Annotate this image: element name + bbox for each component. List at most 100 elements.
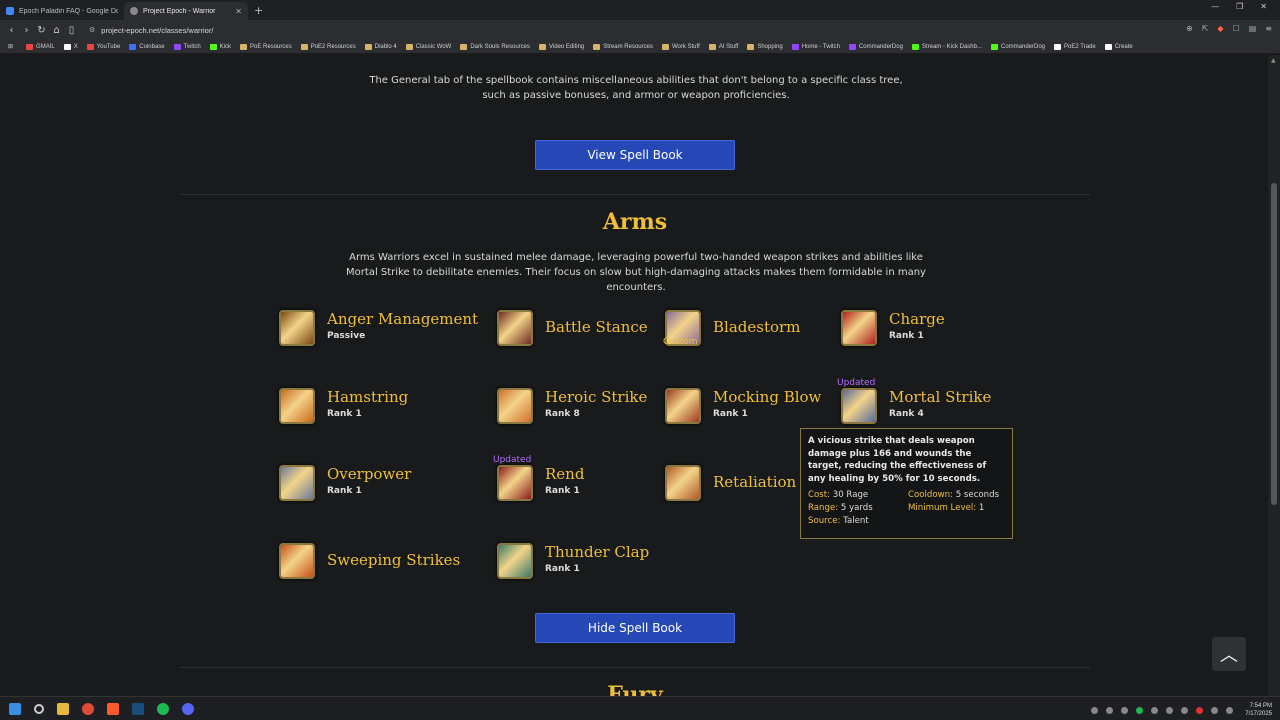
wifi-icon[interactable] (1211, 706, 1219, 714)
bookmark-item[interactable]: GMAIL (26, 43, 55, 50)
chrome-icon[interactable] (82, 702, 94, 715)
bookmark-item[interactable]: CommanderDog (990, 43, 1045, 50)
bookmark-item[interactable]: Twitch (173, 43, 201, 50)
spell-icon[interactable] (497, 465, 533, 501)
bookmark-icon[interactable]: ▯ (64, 25, 79, 36)
bookmark-item[interactable]: Dark Souls Resources (460, 43, 531, 50)
home-icon[interactable]: ⌂ (49, 25, 64, 36)
bookmark-item[interactable]: Stream Resources (593, 43, 653, 50)
spell-icon[interactable] (497, 388, 533, 424)
extensions-icon[interactable]: ☐ (1233, 24, 1240, 33)
bookmark-item[interactable]: Diablo 4 (364, 43, 397, 50)
spell-item-overpower[interactable]: Overpower Rank 1 (279, 465, 479, 505)
bookmark-item[interactable]: X (63, 43, 78, 50)
zoom-icon[interactable]: ⊕ (1186, 24, 1193, 33)
bookmark-item[interactable]: AI Stuff (708, 43, 738, 50)
tray-icon[interactable] (1166, 706, 1174, 714)
close-tab-icon[interactable]: ✕ (235, 7, 242, 16)
bookmark-item[interactable]: Home - Twitch (791, 43, 840, 50)
url-field[interactable]: ⚙ project-epoch.net/classes/warrior/ (89, 26, 213, 35)
bookmark-item[interactable]: Video Editing (539, 43, 584, 50)
spell-icon[interactable] (497, 543, 533, 579)
bookmark-item[interactable]: Coinbase (129, 43, 165, 50)
spell-icon[interactable] (665, 465, 701, 501)
spell-icon[interactable] (841, 310, 877, 346)
maximize-icon[interactable]: ❐ (1236, 2, 1243, 11)
brave-icon[interactable] (107, 702, 119, 715)
spell-icon[interactable] (279, 543, 315, 579)
spell-icon[interactable] (279, 465, 315, 501)
brave-shields-icon[interactable]: ◆ (1217, 24, 1223, 33)
share-icon[interactable]: ⇱ (1202, 24, 1209, 33)
bookmark-item[interactable]: PoE Resources (240, 43, 292, 50)
spell-name: Sweeping Strikes (327, 551, 461, 569)
bookmark-item[interactable]: Classic WoW (405, 43, 451, 50)
view-spell-book-button[interactable]: View Spell Book (535, 140, 735, 170)
spell-item-bladestorm[interactable]: Bladestorm Custom (663, 310, 865, 350)
tab-epoch-paladin-faq[interactable]: Epoch Paladin FAQ - Google Docs (0, 2, 124, 20)
bookmark-item[interactable]: Create (1104, 43, 1133, 50)
bookmark-favicon-icon (1104, 43, 1112, 50)
scroll-up-icon[interactable]: ▲ (1271, 57, 1276, 64)
bookmark-favicon-icon (26, 43, 34, 50)
section-divider (180, 194, 1090, 195)
minimize-icon[interactable]: — (1211, 2, 1219, 11)
search-icon[interactable] (34, 703, 44, 714)
bookmark-item[interactable]: YouTube (86, 43, 120, 50)
apps-grid-icon[interactable]: ⊞ (8, 43, 13, 50)
tray-icon[interactable] (1181, 706, 1189, 714)
close-window-icon[interactable]: ✕ (1260, 2, 1267, 11)
windows-start-icon[interactable] (9, 702, 21, 715)
spell-item-sweeping-strikes[interactable]: Sweeping Strikes (279, 543, 479, 583)
bookmark-label: X (73, 43, 78, 50)
plus-icon[interactable]: + (254, 4, 263, 17)
bookmark-item[interactable]: Shopping (747, 43, 783, 50)
discord-icon[interactable] (182, 702, 194, 715)
spell-item-mortal-strike[interactable]: Mortal Strike Rank 4 Updated (837, 378, 1041, 428)
bookmark-item[interactable]: Kick (209, 43, 231, 50)
tray-icon[interactable] (1091, 706, 1099, 714)
bookmark-item[interactable]: CommanderDog (848, 43, 903, 50)
spell-icon[interactable] (841, 388, 877, 424)
tab-project-epoch-warrior[interactable]: Project Epoch - Warrior ✕ (124, 2, 248, 20)
menu-icon[interactable]: ≡ (1265, 24, 1272, 33)
volume-icon[interactable] (1226, 706, 1234, 714)
system-clock[interactable]: 7:54 PM 7/17/2025 (1245, 702, 1272, 718)
steam-icon[interactable] (132, 702, 144, 715)
tray-icon[interactable] (1106, 706, 1114, 714)
spell-rank: Rank 4 (889, 409, 924, 419)
tray-icon[interactable] (1136, 706, 1144, 714)
bookmark-item[interactable]: PoE2 Trade (1054, 43, 1096, 50)
spell-icon[interactable] (665, 388, 701, 424)
sidebar-icon[interactable]: ▤ (1249, 24, 1257, 33)
back-to-top-button[interactable]: ︿ (1212, 637, 1246, 671)
spell-item-charge[interactable]: Charge Rank 1 (841, 310, 1041, 350)
spotify-icon[interactable] (157, 702, 169, 715)
hide-spell-book-button[interactable]: Hide Spell Book (535, 613, 735, 643)
tray-icon[interactable] (1151, 706, 1159, 714)
tooltip-cost-value: 30 Rage (832, 490, 869, 500)
tray-icon[interactable] (1196, 706, 1204, 714)
spell-item-hamstring[interactable]: Hamstring Rank 1 (279, 388, 479, 428)
forward-icon[interactable]: › (19, 25, 34, 36)
bookmark-label: Dark Souls Resources (470, 43, 531, 50)
spell-item-anger-management[interactable]: Anger Management Passive (279, 310, 479, 350)
back-icon[interactable]: ‹ (4, 25, 19, 36)
spell-icon[interactable] (279, 310, 315, 346)
bookmark-item[interactable]: Stream - Kick Dashb... (911, 43, 982, 50)
file-explorer-icon[interactable] (57, 702, 69, 715)
tooltip-description: A vicious strike that deals weapon damag… (808, 436, 987, 484)
bookmark-favicon-icon (173, 43, 181, 50)
reload-icon[interactable]: ↻ (34, 25, 49, 36)
spell-icon[interactable] (279, 388, 315, 424)
bookmark-item[interactable]: Work Stuff (661, 43, 700, 50)
tray-icon[interactable] (1121, 706, 1129, 714)
spell-item-thunder-clap[interactable]: Thunder Clap Rank 1 (497, 543, 697, 583)
scrollbar-thumb[interactable] (1271, 183, 1277, 505)
site-settings-icon[interactable]: ⚙ (89, 26, 95, 34)
bookmark-item[interactable]: PoE2 Resources (300, 43, 356, 50)
spell-item-mocking-blow[interactable]: Mocking Blow Rank 1 (665, 388, 865, 428)
spell-icon[interactable] (497, 310, 533, 346)
bookmark-label: Create (1114, 43, 1133, 50)
page-scrollbar[interactable]: ▲ (1268, 55, 1280, 696)
